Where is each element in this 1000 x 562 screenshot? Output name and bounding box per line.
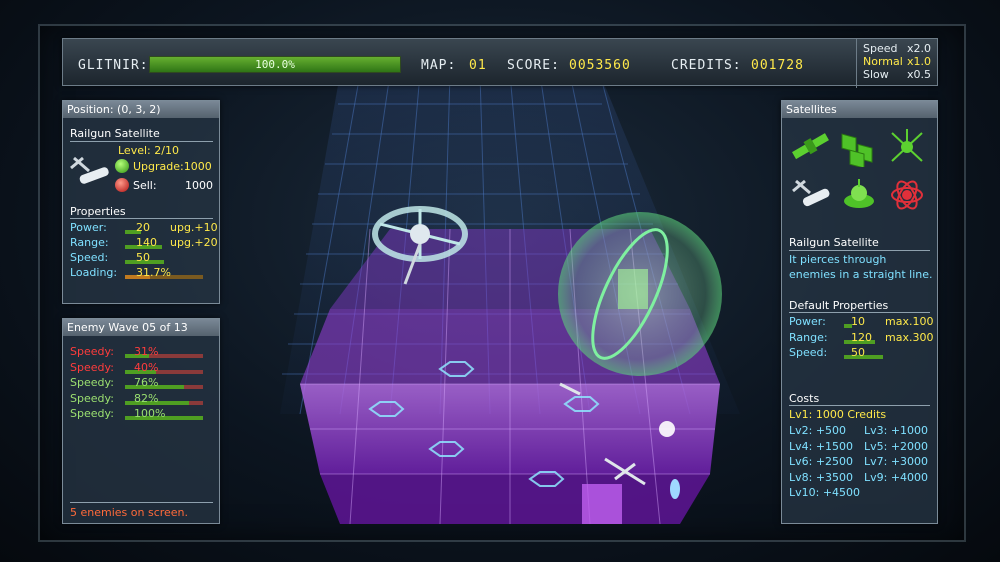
default-property-max: max.100 [885,315,934,328]
default-properties-title: Default Properties [789,299,889,312]
cost-entry: Lv8: +3500 [789,470,854,484]
score-value: 0053560 [569,58,631,73]
cost-entry: Lv7: +3000 [864,455,929,468]
top-hud: GLITNIR: 100.0% MAP: 01 SCORE: 0053560 C… [62,38,938,88]
property-value: 50 [136,251,150,264]
game-speed-selector: Speed x2.0 Normal x1.0 Slow x0.5 [856,39,937,88]
property-row: Range: 140 upg.+20 [70,236,218,250]
costs-title: Costs [789,392,820,405]
default-property-label: Power: [789,315,826,328]
score-label: SCORE: [507,58,560,73]
satellites-panel: Satellites Railgun Satellite It pierces … [781,100,938,524]
property-label: Power: [70,221,107,234]
sell-value: 1000 [185,179,213,192]
enemy-row: Speedy: 31% [70,345,215,359]
property-value: 140 [136,236,157,249]
enemy-health-value: 31% [134,345,159,358]
divider [70,218,213,219]
cost-entry: Lv9: +4000 [864,470,929,484]
satellites-title: Satellites [782,101,937,118]
solar-satellite-icon[interactable] [790,127,832,167]
cost-entry: Lv10: +4500 [789,486,861,499]
enemy-health-value: 76% [134,376,159,389]
ship-health-bar: 100.0% [149,56,401,73]
cost-entry: Lv4: +1500 [789,439,854,453]
railgun-satellite-icon [70,156,109,184]
property-label: Loading: [70,266,118,279]
default-property-value: 120 [851,330,872,344]
divider [789,405,930,406]
enemy-health-value: 40% [134,360,159,374]
cost-entry: Lv5: +2000 [864,439,929,453]
speed-option-fast[interactable]: Speed x2.0 [857,42,937,55]
enemies-on-screen: 5 enemies on screen. [70,506,189,519]
cost-entry: Lv2: +500 [789,424,847,437]
dish-satellite-icon[interactable] [838,175,880,215]
orbital-satellite-icon[interactable] [886,175,928,215]
cost-entry: Lv6: +2500 [789,455,854,468]
ship-name-label: GLITNIR: [78,58,149,73]
wave-title: Enemy Wave 05 of 13 [63,319,219,336]
cost-entry: Lv3: +1000 [864,424,929,437]
credits-label: CREDITS: [671,58,742,73]
sell-button[interactable] [115,178,129,192]
divider [70,502,213,503]
property-value: 20 [136,221,150,234]
property-upgrade: upg.+20 [170,236,218,249]
property-value: 31.7% [136,266,171,279]
default-property-value: 50 [851,346,865,359]
property-row: Power: 20 upg.+10 [70,221,218,235]
railgun-satellite-icon[interactable] [790,175,832,215]
property-label: Range: [70,236,109,249]
default-property-label: Speed: [789,346,828,359]
enemy-name: Speedy: [70,345,114,358]
default-property-row: Power: 10 max.100 [789,315,934,329]
map-value: 01 [469,58,487,73]
property-label: Speed: [70,251,109,264]
info-satellite-name: Railgun Satellite [789,236,879,249]
panel-satellite-icon[interactable] [838,127,882,167]
enemy-row: Speedy: 40% [70,361,215,375]
default-property-label: Range: [789,330,828,344]
property-upgrade: upg.+10 [170,221,218,234]
divider [789,250,930,251]
sell-label[interactable]: Sell: [133,179,157,192]
credits-value: 001728 [751,58,804,73]
divider [70,141,213,142]
enemy-row: Speedy: 100% [70,407,215,421]
map-label: MAP: [421,58,457,73]
property-row: Loading: 31.7% [70,266,215,280]
default-property-value: 10 [851,315,865,328]
default-property-row: Speed: 50 [789,346,934,360]
selected-satellite-panel: Position: (0, 3, 2) Railgun Satellite Le… [62,100,220,304]
enemy-health-value: 100% [134,407,166,420]
speed-option-normal[interactable]: Normal x1.0 [857,55,937,68]
selected-level: Level: 2/10 [118,144,179,157]
default-property-max: max.300 [885,330,934,344]
upgrade-button[interactable] [115,159,129,173]
default-property-row: Range: 120 max.300 [789,331,934,345]
selected-satellite-name: Railgun Satellite [70,127,160,140]
enemy-name: Speedy: [70,391,114,405]
enemy-wave-panel: Enemy Wave 05 of 13 Speedy: 31% Speedy: 40%… [62,318,220,524]
enemy-health-value: 82% [134,391,159,405]
enemy-row: Speedy: 82% [70,392,215,406]
divider [789,312,930,313]
enemy-row: Speedy: 76% [70,376,215,390]
position-title: Position: (0, 3, 2) [63,101,219,118]
property-row: Speed: 50 [70,251,215,265]
game-scene[interactable] [220,84,780,554]
properties-title: Properties [70,205,126,218]
ship-health-text: 100.0% [255,58,295,71]
enemy-name: Speedy: [70,360,114,374]
enemy-name: Speedy: [70,407,114,420]
speed-option-slow[interactable]: Slow x0.5 [857,68,937,81]
network-satellite-icon[interactable] [886,127,928,167]
cost-level-1: Lv1: 1000 Credits [789,408,887,421]
info-satellite-description: It pierces through enemies in a straight… [789,253,933,281]
enemy-name: Speedy: [70,376,114,389]
upgrade-label[interactable]: Upgrade:1000 [133,160,212,173]
